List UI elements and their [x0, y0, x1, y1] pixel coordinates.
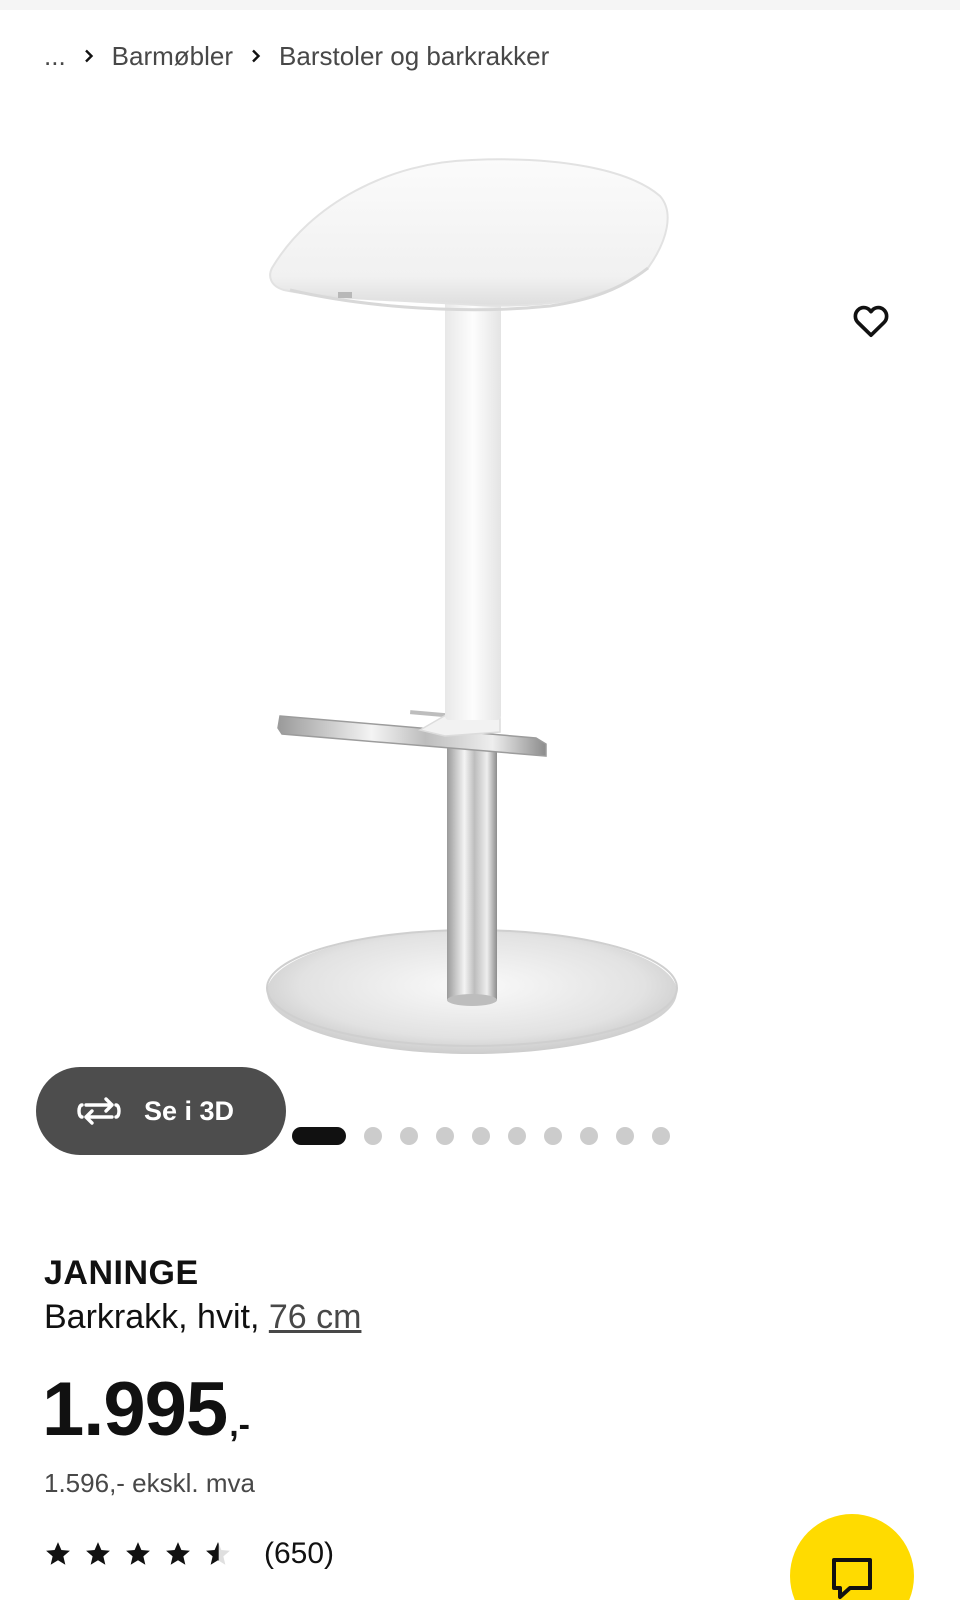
favorite-button[interactable] — [842, 292, 900, 350]
pagination-dot[interactable] — [580, 1127, 598, 1145]
breadcrumb: ... Barmøbler Barstoler og barkrakker — [44, 38, 549, 74]
chat-bubble-icon — [832, 1558, 872, 1599]
product-name: JANINGE — [44, 1254, 199, 1292]
chevron-right-icon — [245, 49, 267, 63]
top-bar — [0, 0, 960, 10]
star-half-icon — [206, 1542, 230, 1565]
pagination-dot[interactable] — [364, 1127, 382, 1145]
rating-stars — [44, 1540, 244, 1568]
view-in-3d-label: Se i 3D — [144, 1095, 235, 1126]
star-icon — [86, 1542, 110, 1565]
product-description: Barkrakk, hvit, 76 cm — [44, 1298, 361, 1337]
chat-button[interactable] — [790, 1514, 914, 1600]
pagination-dot[interactable] — [400, 1127, 418, 1145]
price-amount: 1.995 — [42, 1367, 228, 1452]
product-rating[interactable]: (650) — [44, 1537, 334, 1571]
pagination-dot[interactable] — [652, 1127, 670, 1145]
pagination-dot[interactable] — [544, 1127, 562, 1145]
pagination-dot[interactable] — [436, 1127, 454, 1145]
chevron-right-icon — [78, 49, 100, 63]
heart-icon — [853, 305, 889, 337]
product-image[interactable] — [250, 140, 730, 1070]
star-icon — [166, 1542, 190, 1565]
breadcrumb-item-barstoler[interactable]: Barstoler og barkrakker — [279, 41, 549, 72]
pagination-dot[interactable] — [508, 1127, 526, 1145]
pagination-dot[interactable] — [472, 1127, 490, 1145]
star-icon — [46, 1542, 70, 1565]
breadcrumb-item-barmobler[interactable]: Barmøbler — [112, 41, 233, 72]
rating-count: (650) — [264, 1537, 335, 1570]
view-in-3d-button[interactable]: Se i 3D — [36, 1067, 286, 1155]
star-icon — [126, 1542, 150, 1565]
pagination-dot[interactable] — [616, 1127, 634, 1145]
price-excl-vat: 1.596,- ekskl. mva — [44, 1468, 255, 1498]
breadcrumb-item-more[interactable]: ... — [44, 41, 66, 72]
price-suffix: ,- — [229, 1406, 250, 1444]
pagination-dot-active[interactable] — [292, 1127, 346, 1145]
product-price: 1.995 ,- — [42, 1372, 250, 1448]
product-type-label: Barkrakk, hvit, — [44, 1298, 260, 1336]
product-gallery[interactable]: Se i 3D — [0, 100, 960, 1155]
product-size-link[interactable]: 76 cm — [269, 1298, 362, 1336]
rotate-3d-icon — [77, 1097, 121, 1125]
gallery-pagination — [292, 1126, 688, 1146]
